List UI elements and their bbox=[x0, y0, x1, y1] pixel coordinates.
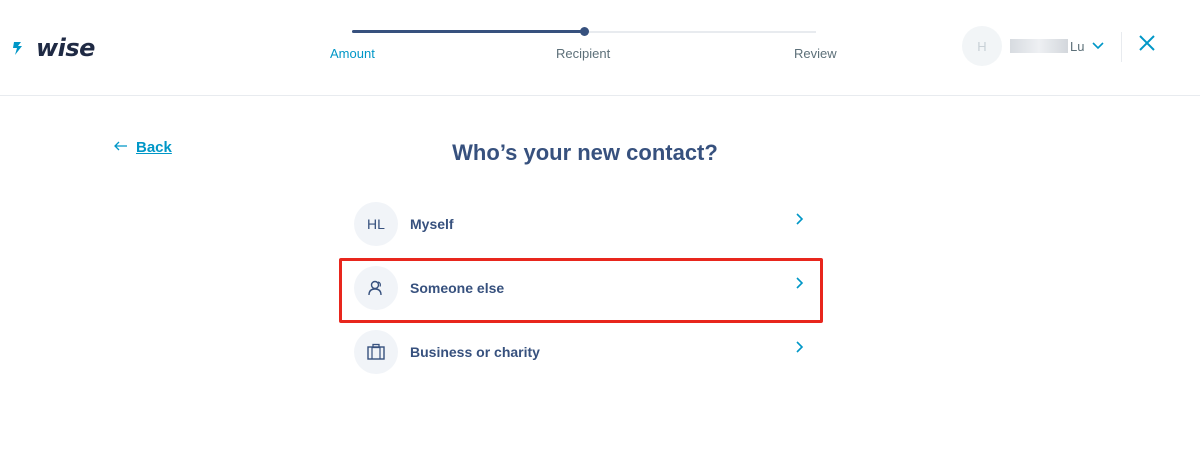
progress-stepper: Amount Recipient Review bbox=[320, 18, 860, 78]
step-review: Review bbox=[794, 46, 837, 61]
highlight-box bbox=[339, 258, 823, 323]
chevron-down-icon[interactable] bbox=[1092, 39, 1105, 53]
top-header: wise Amount Recipient Review H Lu bbox=[0, 0, 1200, 96]
current-step-dot bbox=[580, 27, 589, 36]
chevron-right-icon bbox=[796, 212, 804, 230]
account-name-suffix: Lu bbox=[1070, 38, 1085, 54]
logo-text: wise bbox=[36, 34, 95, 62]
step-amount[interactable]: Amount bbox=[330, 46, 375, 61]
stepper-progress-fill bbox=[352, 30, 584, 33]
header-divider bbox=[1121, 32, 1122, 62]
page-title: Who’s your new contact? bbox=[452, 140, 718, 165]
initials-avatar: HL bbox=[354, 202, 398, 246]
wise-flag-icon bbox=[13, 42, 22, 55]
option-myself[interactable]: HL Myself bbox=[354, 200, 814, 248]
step-recipient: Recipient bbox=[556, 46, 611, 61]
user-avatar[interactable]: H bbox=[962, 26, 1002, 66]
avatar-initial: H bbox=[977, 38, 987, 54]
chevron-right-icon bbox=[796, 340, 804, 358]
account-menu[interactable]: H Lu bbox=[962, 26, 1105, 66]
option-business-or-charity[interactable]: Business or charity bbox=[354, 328, 814, 376]
option-label: Myself bbox=[410, 216, 454, 232]
close-icon[interactable] bbox=[1136, 34, 1158, 56]
option-label: Business or charity bbox=[410, 344, 540, 360]
avatar-initials: HL bbox=[367, 216, 385, 232]
redacted-name bbox=[1010, 39, 1068, 53]
wise-logo[interactable]: wise bbox=[12, 34, 95, 62]
briefcase-icon bbox=[354, 330, 398, 374]
account-name[interactable]: Lu bbox=[1010, 38, 1105, 54]
